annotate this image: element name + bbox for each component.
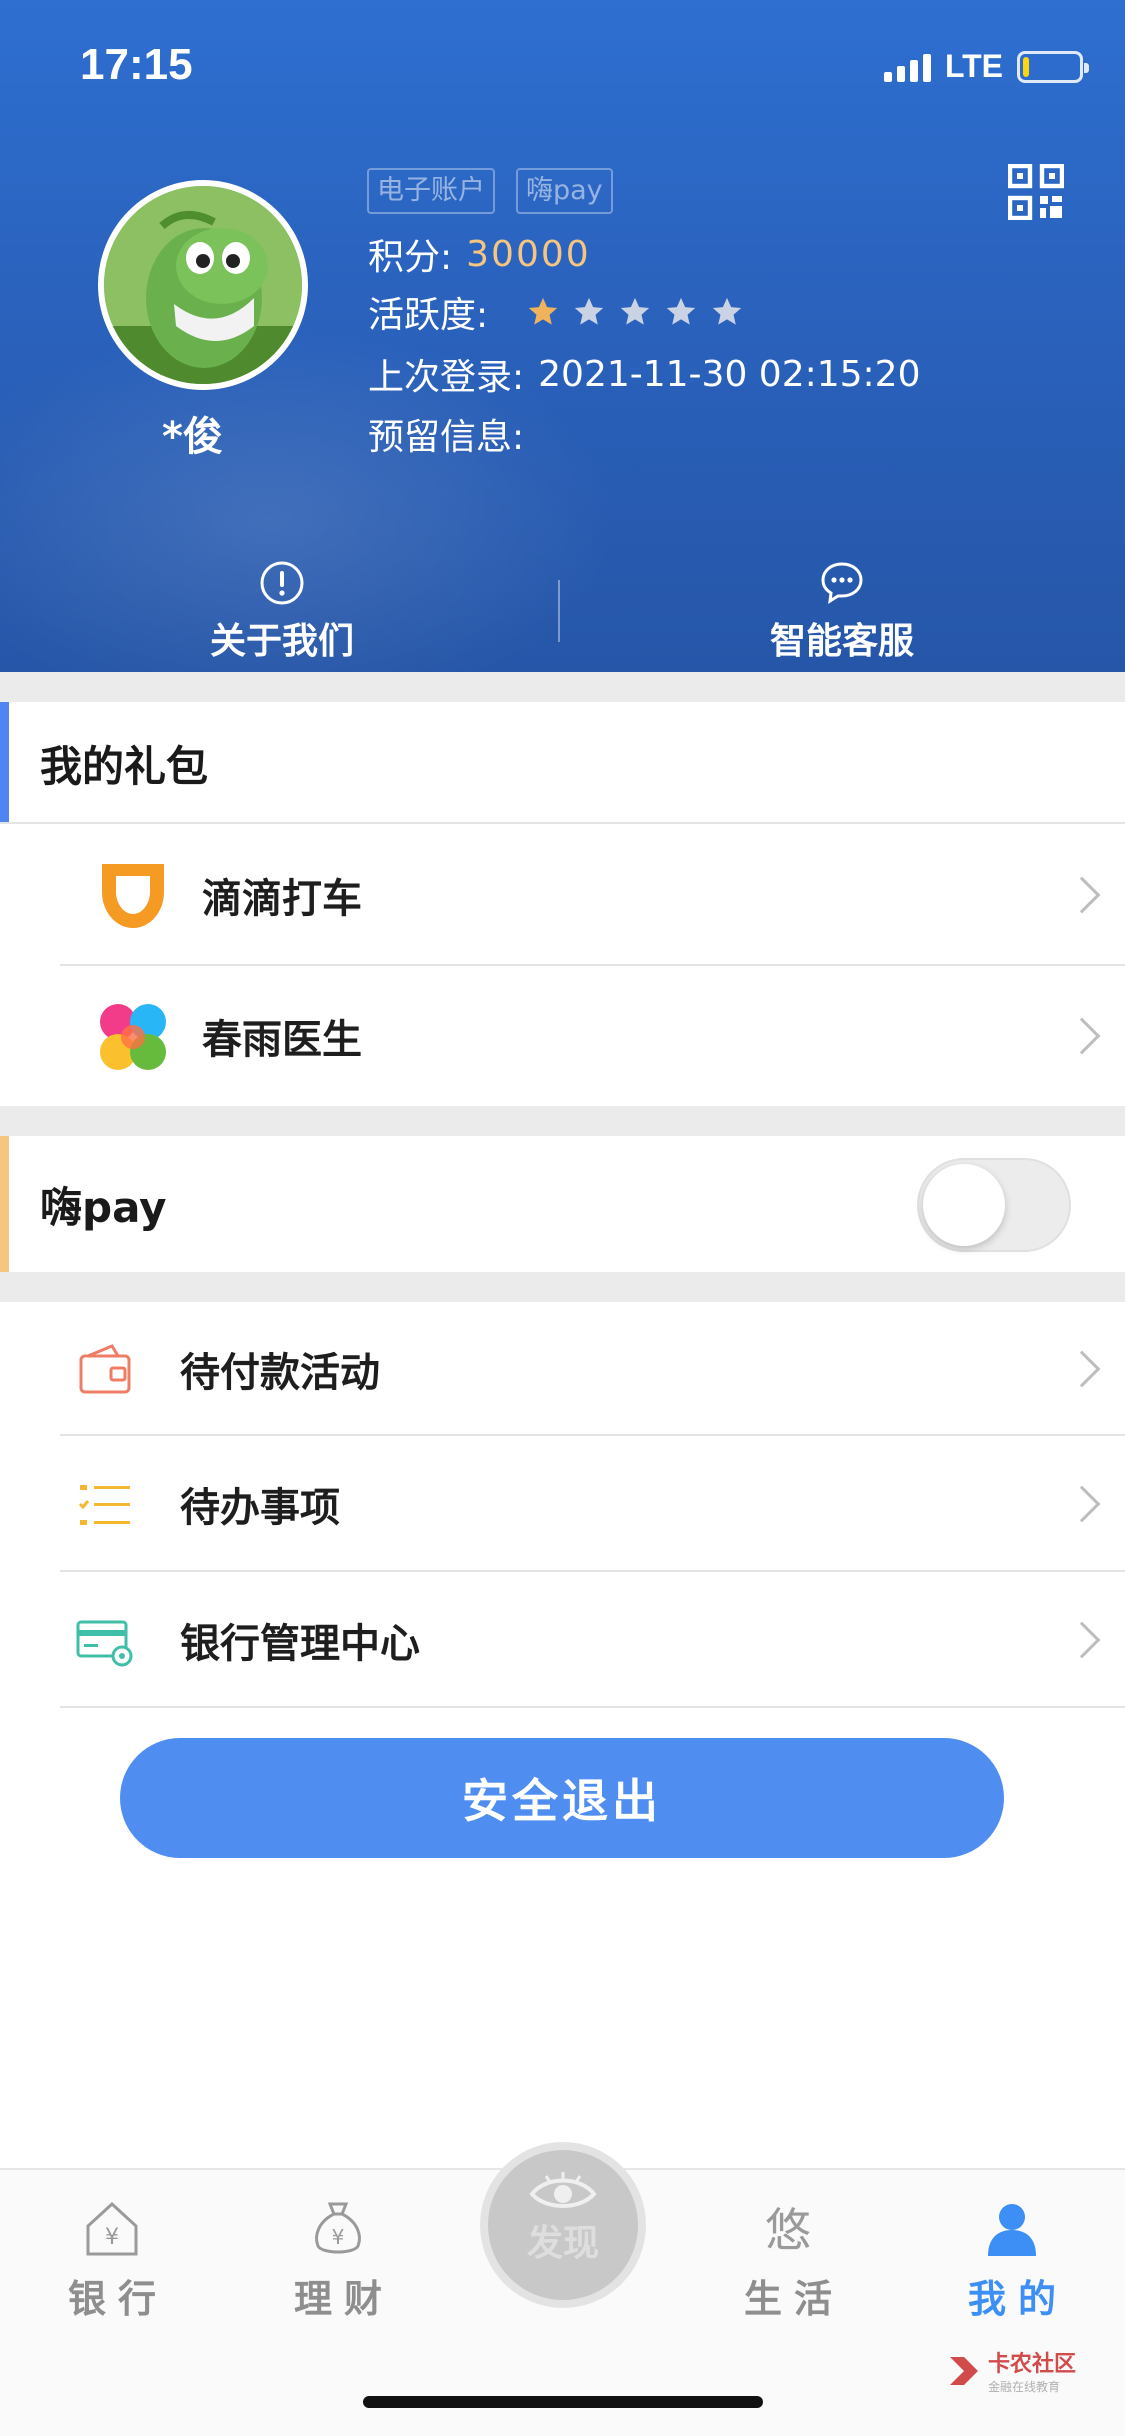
tab-mine[interactable]: 我的 (932, 2200, 1092, 2323)
qr-code-icon[interactable] (1008, 164, 1064, 220)
star-icon (712, 297, 742, 325)
chunyu-label: 春雨医生 (202, 1017, 362, 1063)
reserved-info-label: 预留信息: (368, 417, 525, 458)
tab-mine-label: 我的 (967, 2277, 1068, 2321)
about-us-label: 关于我们 (209, 621, 354, 662)
star-icon (574, 297, 604, 325)
tab-discover[interactable]: 发现 (480, 2142, 646, 2308)
checklist-icon (78, 1485, 130, 1525)
gift-section-title: 我的礼包 (40, 741, 209, 791)
bank-management-label: 银行管理中心 (180, 1621, 420, 1667)
todo-label: 待办事项 (180, 1485, 340, 1531)
svg-text:悠: 悠 (765, 2203, 811, 2257)
battery-icon (1017, 50, 1089, 83)
menu-item-todo[interactable]: 待办事项 (0, 1436, 1125, 1572)
watermark-title: 卡农社区 (988, 2352, 1077, 2377)
menu-item-pending-payment[interactable]: 待付款活动 (0, 1302, 1125, 1436)
signal-icon (883, 52, 931, 82)
reserved-info-row: 预留信息: (368, 408, 538, 460)
chevron-right-icon (1063, 1017, 1101, 1055)
logout-button[interactable]: 安全退出 (120, 1738, 1004, 1858)
chevron-right-icon (1063, 1350, 1101, 1388)
user-icon (988, 2204, 1036, 2256)
status-time: 17:15 (80, 40, 193, 89)
bank-card-settings-icon (76, 1620, 133, 1667)
header-divider (558, 580, 560, 642)
haipay-row: 嗨pay (0, 1136, 1125, 1272)
kanong-logo-icon (950, 2356, 978, 2385)
chevron-right-icon (1063, 876, 1101, 914)
points-label: 积分: (368, 237, 453, 278)
smart-service-button[interactable]: 智能客服 (712, 560, 972, 664)
star-icon (666, 297, 696, 325)
eye-icon (529, 2172, 597, 2208)
home-indicator (363, 2396, 763, 2408)
avatar[interactable] (98, 180, 308, 390)
tab-finance[interactable]: ¥ 理财 (258, 2200, 418, 2323)
haipay-label: 嗨pay (40, 1182, 167, 1232)
network-type: LTE (944, 48, 1003, 84)
section-gap (0, 672, 1125, 702)
smart-service-label: 智能客服 (769, 621, 914, 662)
haipay-tag: 嗨pay (516, 168, 613, 214)
money-bag-icon: ¥ (315, 2202, 361, 2254)
menu-item-bank-management[interactable]: 银行管理中心 (0, 1572, 1125, 1708)
points-row: 积分: 30000 (368, 228, 591, 280)
status-indicators: LTE (883, 48, 1089, 85)
svg-text:¥: ¥ (105, 2225, 119, 2250)
e-account-tag: 电子账户 (367, 168, 495, 214)
chevron-right-icon (1063, 1485, 1101, 1523)
watermark-subtitle: 金融在线教育 (988, 2380, 1061, 2394)
tab-finance-label: 理财 (293, 2277, 394, 2321)
section-gap (0, 1106, 1125, 1136)
svg-text:¥: ¥ (332, 2225, 345, 2249)
tab-bank-label: 银行 (67, 2277, 168, 2321)
chunyu-icon (100, 1004, 166, 1070)
star-icon (528, 297, 558, 325)
section-accent-bar (0, 1136, 9, 1272)
tab-life[interactable]: 悠 生活 (708, 2200, 868, 2323)
toggle-knob (923, 1164, 1005, 1246)
points-value: 30000 (466, 233, 591, 275)
didi-label: 滴滴打车 (202, 876, 362, 922)
gift-item-didi[interactable]: 滴滴打车 (0, 824, 1125, 966)
info-icon (260, 561, 304, 605)
life-icon: 悠 (765, 2203, 811, 2257)
username: *俊 (162, 414, 223, 460)
wallet-icon (79, 1344, 131, 1394)
section-accent-bar (0, 702, 9, 824)
tab-discover-label: 发现 (526, 2223, 599, 2264)
section-gap (0, 1272, 1125, 1302)
activity-row: 活跃度: (368, 286, 744, 338)
chevron-right-icon (1063, 1621, 1101, 1659)
last-login-label: 上次登录: (368, 357, 525, 398)
bank-home-icon: ¥ (86, 2201, 138, 2256)
pending-payment-label: 待付款活动 (180, 1350, 380, 1396)
gift-section-header: 我的礼包 (0, 702, 1125, 824)
star-icon (620, 297, 650, 325)
chat-bubble-icon (821, 562, 863, 604)
watermark: 卡农社区 金融在线教育 (946, 2346, 1076, 2395)
profile-header: 17:15 LTE *俊 电子账户 嗨pay 积分: 30000 活跃度: 上次… (0, 0, 1125, 672)
tab-life-label: 生活 (743, 2277, 844, 2321)
didi-icon (102, 864, 164, 928)
last-login-value: 2021-11-30 02:15:20 (538, 353, 921, 395)
tab-bank[interactable]: ¥ 银行 (32, 2200, 192, 2323)
last-login-row: 上次登录: 2021-11-30 02:15:20 (368, 348, 920, 400)
haipay-toggle[interactable] (917, 1158, 1071, 1252)
gift-item-chunyu[interactable]: 春雨医生 (0, 966, 1125, 1106)
activity-stars (526, 295, 744, 329)
about-us-button[interactable]: 关于我们 (152, 560, 412, 664)
activity-label: 活跃度: (368, 295, 489, 336)
